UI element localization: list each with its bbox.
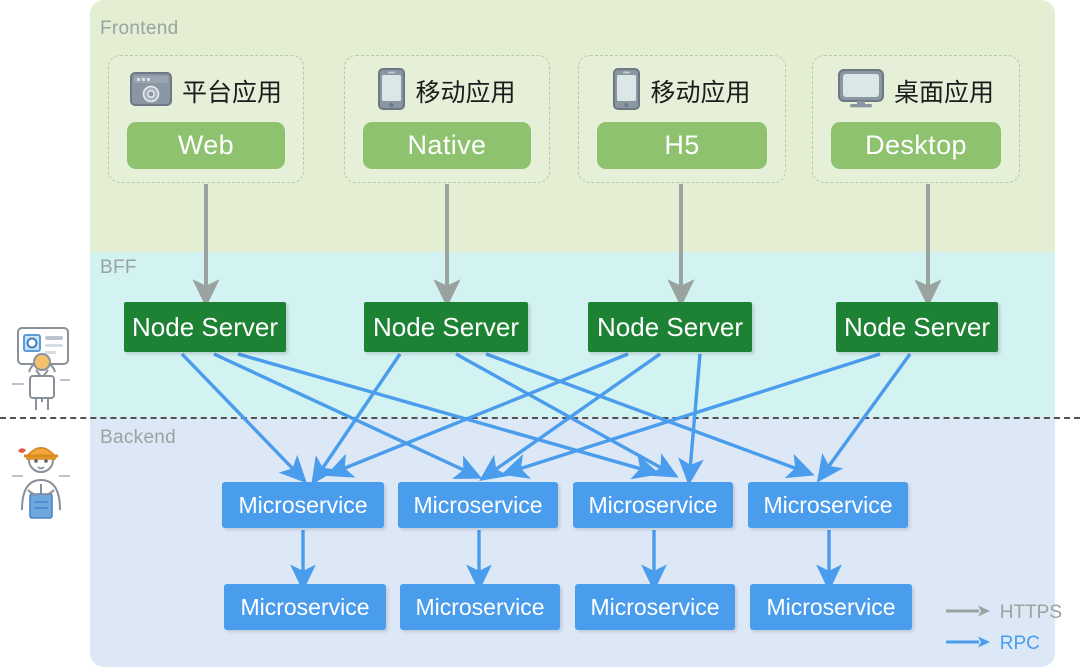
frontend-card-header: 移动应用 [579,66,785,116]
frontend-tech-pill-native[interactable]: Native [363,122,531,169]
frontend-card-header: 平台应用 [109,66,303,116]
frontend-card-h5[interactable]: 移动应用 H5 [578,55,786,183]
node-server-box[interactable]: Node Server [588,302,752,352]
microservice-box[interactable]: Microservice [750,584,912,630]
legend-label-https: HTTPS [999,602,1062,623]
layer-label-frontend: Frontend [100,18,179,39]
desktop-monitor-icon [837,68,884,114]
microservice-box[interactable]: Microservice [575,584,735,630]
microservice-box[interactable]: Microservice [398,482,558,528]
legend-row-https: HTTPS [945,602,1062,624]
legend-label-rpc: RPC [999,633,1040,654]
frontend-card-web[interactable]: 平台应用 Web [108,55,304,183]
bff-backend-divider [0,417,1080,419]
frontend-card-title: 平台应用 [181,79,282,107]
node-server-box[interactable]: Node Server [124,302,286,352]
microservice-box[interactable]: Microservice [400,584,560,630]
microservice-box[interactable]: Microservice [224,584,386,630]
frontend-card-title: 桌面应用 [893,79,994,107]
frontend-card-desktop[interactable]: 桌面应用 Desktop [812,55,1020,183]
legend: HTTPS RPC [945,602,1062,655]
microservice-box[interactable]: Microservice [573,482,733,528]
legend-row-rpc: RPC [945,633,1062,655]
rpc-arrow-icon [945,635,991,654]
frontend-tech-pill-h5[interactable]: H5 [597,122,767,169]
layer-label-backend: Backend [100,427,177,448]
https-arrow-icon [945,604,991,623]
frontend-tech-pill-web[interactable]: Web [127,122,285,169]
frontend-card-native[interactable]: 移动应用 Native [344,55,550,183]
mobile-phone-icon [378,67,406,115]
browser-chrome-icon [129,71,172,111]
microservice-box[interactable]: Microservice [222,482,384,528]
frontend-tech-pill-desktop[interactable]: Desktop [831,122,1001,169]
frontend-card-header: 桌面应用 [813,66,1019,116]
frontend-card-title: 移动应用 [650,79,751,107]
person-presenting-card-illustration [6,318,76,419]
frontend-card-header: 移动应用 [345,66,549,116]
node-server-box[interactable]: Node Server [364,302,528,352]
microservice-box[interactable]: Microservice [748,482,908,528]
person-working-engineer-illustration [6,432,76,533]
frontend-card-title: 移动应用 [415,79,516,107]
node-server-box[interactable]: Node Server [836,302,998,352]
layer-label-bff: BFF [100,257,137,278]
architecture-diagram: Frontend BFF Backend 平台应用 Web 移动应用 Nativ… [0,0,1080,667]
mobile-phone-icon [613,67,641,115]
